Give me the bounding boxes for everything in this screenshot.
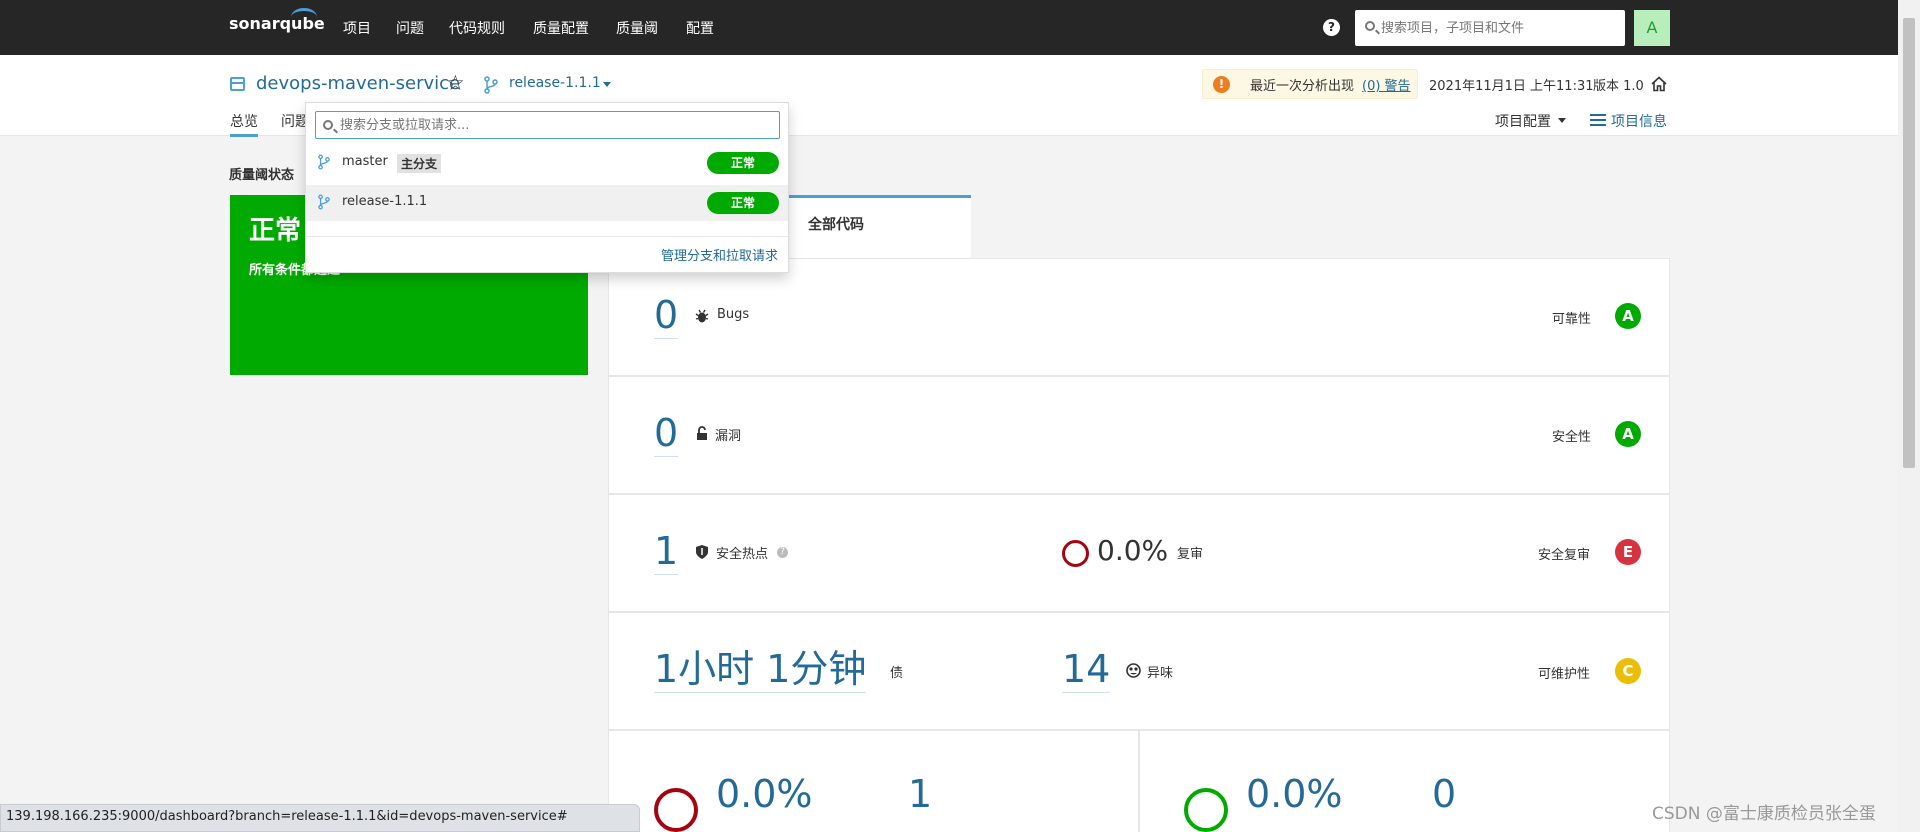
uncovered-lines-value[interactable]: 1 [908,772,932,816]
security-label: 安全性 [1552,430,1592,445]
chevron-down-icon[interactable] [603,82,611,87]
branch-icon [318,194,330,210]
user-avatar[interactable]: A [1634,10,1670,46]
branch-icon [318,154,330,170]
quality-gate-label: 质量阈状态 [229,168,295,183]
nav-projects[interactable]: 项目 [343,18,371,38]
tab-overview[interactable]: 总览 [230,111,258,137]
duplications-value[interactable]: 0.0% [1246,772,1343,816]
coverage-ring [654,788,698,832]
coverage-value[interactable]: 0.0% [716,772,813,816]
security-review-label: 安全复审 [1538,548,1591,563]
debt-value[interactable]: 1小时 1分钟 [654,646,867,693]
scrollbar-thumb[interactable] [1903,18,1915,468]
shield-icon [696,545,708,559]
logo-wave [291,8,317,26]
chevron-down-icon[interactable] [1558,118,1566,123]
hotspots-value[interactable]: 1 [654,528,679,575]
branch-dropdown: master 主分支 正常 release-1.1.1 正常 管理分支和拉取请求 [305,102,789,273]
vulnerabilities-value[interactable]: 0 [654,410,679,457]
project-version: 版本 1.0 [1593,79,1644,94]
bugs-value[interactable]: 0 [654,292,679,339]
warning-link[interactable]: (0) 警告 [1362,75,1411,94]
home-icon[interactable] [1651,76,1667,92]
nav-issues[interactable]: 问题 [396,18,424,38]
project-info-link[interactable]: 项目信息 [1611,111,1667,131]
lock-icon [697,426,707,440]
branch-name: release-1.1.1 [342,194,428,209]
security-rating[interactable]: A [1615,421,1641,447]
status-url: 139.198.166.235:9000/dashboard?branch=re… [6,809,568,824]
review-label: 复审 [1177,547,1204,562]
nav-quality-gates[interactable]: 质量阈 [616,18,658,38]
review-ring [1062,540,1089,567]
manage-branches-link[interactable]: 管理分支和拉取请求 [661,245,778,264]
reliability-rating[interactable]: A [1615,303,1641,329]
branch-search-input[interactable] [340,116,770,134]
metric-card-vulnerabilities [608,376,1670,494]
branch-icon [484,76,498,94]
help-icon[interactable]: ? [1323,19,1340,36]
bug-icon [695,309,709,323]
code-smells-label: 异味 [1147,666,1174,681]
branch-item-release[interactable]: release-1.1.1 正常 [306,185,788,221]
security-review-rating[interactable]: E [1615,539,1641,565]
nav-rules[interactable]: 代码规则 [449,18,505,38]
nav-quality-profiles[interactable]: 质量配置 [533,18,589,38]
dropdown-divider [306,236,788,237]
debt-label: 债 [890,666,904,681]
project-settings-menu[interactable]: 项目配置 [1495,111,1551,131]
help-icon[interactable]: ? [777,547,788,558]
main-branch-badge: 主分支 [397,154,442,173]
project-name[interactable]: devops-maven-service [256,73,460,94]
branch-selector[interactable]: release-1.1.1 [509,75,601,91]
search-icon [1365,21,1375,31]
branch-status-badge: 正常 [707,152,779,174]
code-smell-icon [1126,663,1141,678]
analysis-date: 2021年11月1日 上午11:31 [1429,79,1594,94]
warning-icon: ! [1213,76,1230,93]
bugs-label: Bugs [717,307,750,322]
branch-item-master[interactable]: master 主分支 正常 [306,145,788,181]
vulnerabilities-label: 漏洞 [715,429,742,444]
maintainability-rating[interactable]: C [1615,658,1641,684]
favorite-star-icon[interactable]: ☆ [446,71,465,95]
metric-card-bugs [608,258,1670,376]
tab-overall-code-label: 全部代码 [808,217,864,233]
maintainability-label: 可维护性 [1538,667,1591,682]
duplications-ring [1184,788,1228,832]
duplicated-blocks-value[interactable]: 0 [1432,772,1456,816]
quality-gate-status: 正常 [249,216,302,246]
global-search-input[interactable] [1381,18,1617,38]
list-icon [1590,114,1606,126]
logo-text-a: sonar [229,14,280,33]
project-icon [230,77,245,91]
sonarqube-logo[interactable]: sonarqube [229,8,325,33]
warning-text: 最近一次分析出现 [1250,79,1355,94]
global-search[interactable] [1355,10,1625,46]
watermark-text: CSDN @富士康质检员张全蛋 [1652,804,1876,824]
search-icon [323,120,333,130]
branch-name: master [342,154,388,169]
branch-search-field[interactable] [315,111,780,139]
nav-administration[interactable]: 配置 [686,18,714,38]
review-value[interactable]: 0.0% [1097,534,1168,567]
reliability-label: 可靠性 [1552,312,1592,327]
code-smells-value[interactable]: 14 [1062,646,1111,693]
branch-status-badge: 正常 [707,192,779,214]
hotspots-label: 安全热点 [716,547,769,562]
